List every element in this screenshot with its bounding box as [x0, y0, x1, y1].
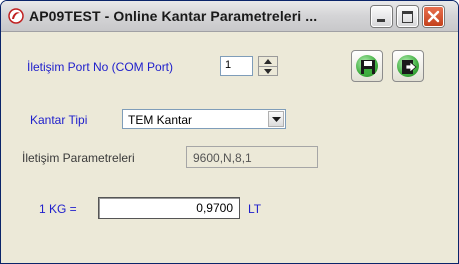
arrow-up-icon: [264, 59, 272, 64]
spin-up-button[interactable]: [259, 57, 277, 66]
save-button[interactable]: [351, 50, 383, 82]
comm-params-field: 9600,N,8,1: [186, 146, 318, 168]
port-spinner[interactable]: [258, 56, 278, 76]
conversion-unit: LT: [248, 202, 262, 216]
spin-down-button[interactable]: [259, 66, 277, 76]
app-logo-icon[interactable]: [8, 8, 24, 24]
conversion-label: 1 KG =: [39, 202, 77, 216]
window-title: AP09TEST - Online Kantar Parametreleri .…: [29, 8, 318, 24]
scale-type-select[interactable]: TEM Kantar: [122, 109, 286, 129]
port-label: İletişim Port No (COM Port): [27, 60, 174, 74]
maximize-button[interactable]: [397, 6, 418, 27]
close-icon: [427, 10, 440, 23]
minimize-button[interactable]: [371, 6, 392, 27]
dialog-window: AP09TEST - Online Kantar Parametreleri .…: [0, 0, 459, 264]
title-bar[interactable]: AP09TEST - Online Kantar Parametreleri .…: [1, 1, 458, 32]
scale-type-value: TEM Kantar: [128, 113, 193, 127]
chevron-down-icon: [272, 117, 281, 122]
exit-button[interactable]: [392, 50, 424, 82]
port-input[interactable]: 1: [220, 56, 253, 76]
dropdown-button[interactable]: [268, 111, 284, 127]
exit-door-icon: [402, 60, 417, 74]
comm-params-label: İletişim Parametreleri: [22, 151, 135, 165]
close-button[interactable]: [423, 6, 444, 27]
arrow-down-icon: [264, 69, 272, 74]
conversion-input[interactable]: 0,9700: [98, 197, 240, 219]
scale-type-label: Kantar Tipi: [30, 113, 88, 127]
floppy-disk-icon: [361, 60, 375, 74]
